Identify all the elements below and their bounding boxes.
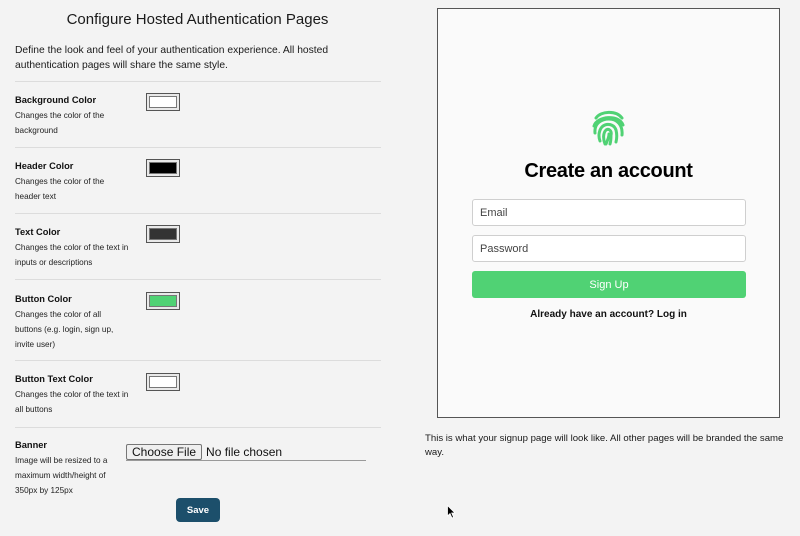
divider bbox=[15, 213, 381, 214]
password-field[interactable] bbox=[472, 235, 746, 262]
setting-description: Changes the color of all buttons (e.g. l… bbox=[15, 310, 114, 349]
setting-button-text-color: Button Text Color Changes the color of t… bbox=[15, 373, 381, 417]
color-swatch bbox=[149, 96, 177, 108]
signup-preview: Create an account Sign Up Already have a… bbox=[437, 8, 780, 418]
button-text-color-picker[interactable] bbox=[146, 373, 180, 391]
setting-description: Changes the color of the background bbox=[15, 111, 105, 135]
banner-file-input: Choose File No file chosen bbox=[126, 444, 366, 461]
save-button[interactable]: Save bbox=[176, 498, 220, 522]
login-link[interactable]: Already have an account? Log in bbox=[438, 309, 779, 320]
mouse-cursor-icon bbox=[447, 505, 456, 519]
color-swatch bbox=[149, 376, 177, 388]
config-panel: Configure Hosted Authentication Pages De… bbox=[0, 0, 395, 536]
background-color-picker[interactable] bbox=[146, 93, 180, 111]
divider bbox=[15, 147, 381, 148]
setting-label: Background Color bbox=[15, 95, 97, 105]
divider bbox=[15, 279, 381, 280]
fingerprint-icon bbox=[592, 110, 625, 146]
email-field[interactable] bbox=[472, 199, 746, 226]
divider bbox=[15, 360, 381, 361]
text-color-picker[interactable] bbox=[146, 225, 180, 243]
header-color-picker[interactable] bbox=[146, 159, 180, 177]
intro-text: Define the look and feel of your authent… bbox=[15, 45, 329, 71]
color-swatch bbox=[149, 228, 177, 240]
file-status: No file chosen bbox=[206, 445, 283, 459]
setting-label: Button Color bbox=[15, 294, 72, 304]
sign-up-button[interactable]: Sign Up bbox=[472, 271, 746, 298]
setting-label: Text Color bbox=[15, 227, 61, 237]
divider bbox=[15, 81, 381, 82]
setting-label: Header Color bbox=[15, 161, 74, 171]
setting-description: Changes the color of the text in inputs … bbox=[15, 243, 129, 267]
divider bbox=[15, 427, 381, 428]
setting-text-color: Text Color Changes the color of the text… bbox=[15, 225, 381, 270]
setting-button-color: Button Color Changes the color of all bu… bbox=[15, 292, 381, 352]
color-swatch bbox=[149, 162, 177, 174]
choose-file-button[interactable]: Choose File bbox=[126, 444, 203, 460]
setting-label: Button Text Color bbox=[15, 374, 93, 384]
setting-description: Changes the color of the header text bbox=[15, 177, 105, 201]
preview-caption: This is what your signup page will look … bbox=[425, 433, 784, 458]
color-swatch bbox=[149, 295, 177, 307]
button-color-picker[interactable] bbox=[146, 292, 180, 310]
setting-header-color: Header Color Changes the color of the he… bbox=[15, 159, 381, 204]
page-title: Configure Hosted Authentication Pages bbox=[66, 11, 329, 28]
preview-heading: Create an account bbox=[524, 160, 693, 182]
setting-description: Changes the color of the text in all but… bbox=[15, 390, 129, 414]
setting-description: Image will be resized to a maximum width… bbox=[15, 456, 108, 495]
setting-background-color: Background Color Changes the color of th… bbox=[15, 93, 381, 138]
